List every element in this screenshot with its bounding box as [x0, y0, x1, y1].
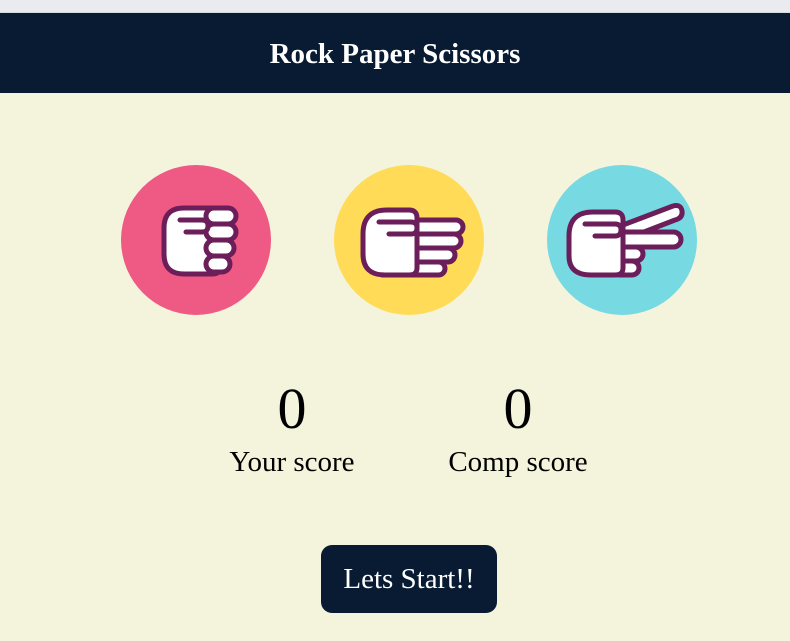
scissors-hand-icon — [566, 203, 685, 278]
page-header: Rock Paper Scissors — [0, 13, 790, 93]
paper-hand-icon — [360, 207, 466, 278]
comp-score-value: 0 — [503, 376, 533, 441]
comp-score-label: Comp score — [448, 446, 588, 478]
user-score-label: Your score — [229, 446, 355, 478]
scissors-choice-button[interactable] — [547, 165, 697, 315]
user-score-value: 0 — [277, 376, 307, 441]
browser-top-strip — [0, 0, 790, 13]
page-title: Rock Paper Scissors — [269, 37, 521, 70]
rock-hand-icon — [161, 205, 239, 277]
rock-choice-button[interactable] — [121, 165, 271, 315]
comp-score-block: 0 Comp score — [408, 376, 628, 479]
user-score-block: 0 Your score — [182, 376, 402, 479]
start-button[interactable]: Lets Start!! — [321, 545, 497, 613]
paper-choice-button[interactable] — [334, 165, 484, 315]
